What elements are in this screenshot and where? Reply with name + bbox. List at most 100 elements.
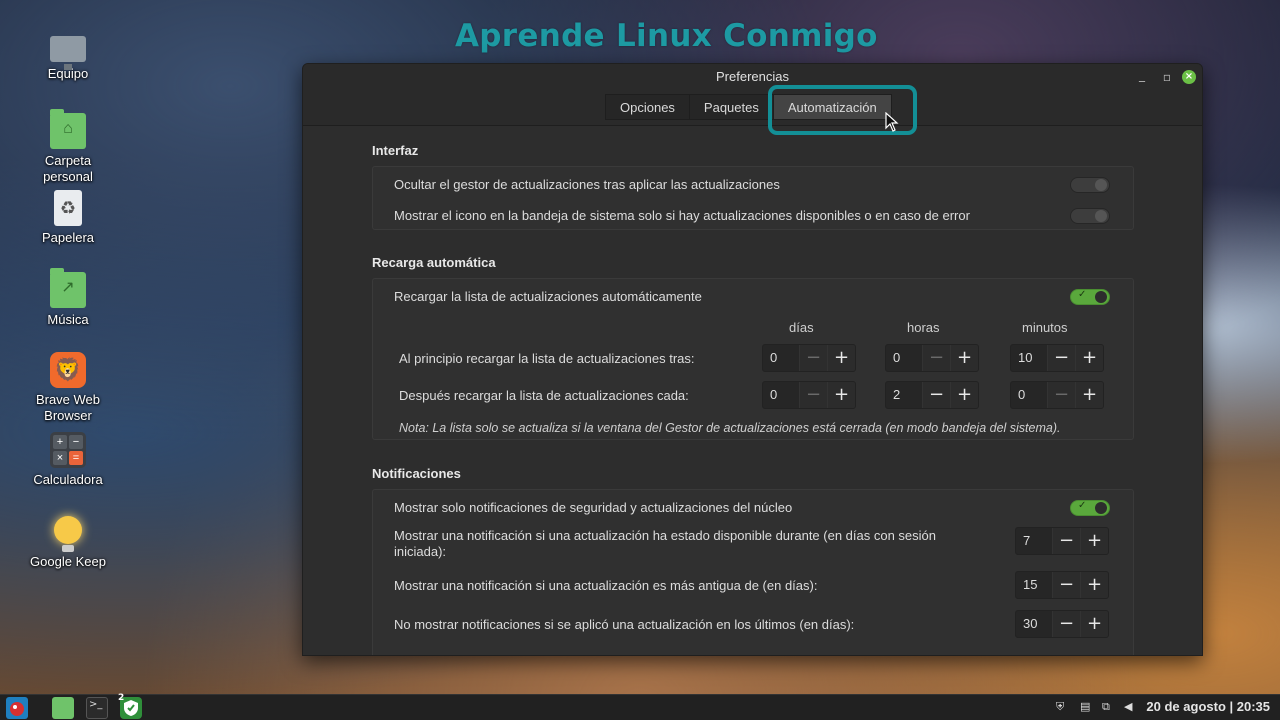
auto-refresh-label: Recargar la lista de actualizaciones aut… (394, 289, 702, 304)
close-icon[interactable]: × (1182, 70, 1196, 84)
clock[interactable]: 20 de agosto | 20:35 (1146, 699, 1270, 714)
interval-days-stepper[interactable]: 0 − + (762, 381, 856, 409)
stepper-minus-button[interactable]: − (922, 345, 950, 371)
printer-tray-icon[interactable]: ▤ (1080, 701, 1092, 713)
interval-refresh-label: Después recargar la lista de actualizaci… (399, 388, 689, 403)
suppress-days-stepper[interactable]: 30 − + (1015, 610, 1109, 638)
stepper-plus-button[interactable]: + (827, 382, 855, 408)
preferences-window: Preferencias _ ▫ × Opciones Paquetes Aut… (302, 63, 1203, 656)
security-only-switch[interactable] (1070, 500, 1110, 516)
hide-manager-switch[interactable] (1070, 177, 1110, 193)
stepper-plus-button[interactable]: + (950, 345, 978, 371)
available-days-stepper[interactable]: 7 − + (1015, 527, 1109, 555)
file-manager-icon[interactable] (52, 697, 74, 719)
stepper-minus-button[interactable]: − (1052, 528, 1080, 554)
stepper-value[interactable]: 0 (763, 345, 799, 371)
recarga-card: Recargar la lista de actualizaciones aut… (372, 278, 1134, 440)
stepper-minus-button[interactable]: − (1052, 572, 1080, 598)
desktop-icon-label: Música (47, 312, 89, 327)
stepper-minus-button[interactable]: − (1047, 382, 1075, 408)
trash-icon: ♻ (54, 190, 82, 226)
stepper-plus-button[interactable]: + (1075, 382, 1103, 408)
desktop-icon-label: Papelera (41, 230, 95, 245)
tray-icon-label: Mostrar el icono en la bandeja de sistem… (394, 208, 970, 223)
stepper-plus-button[interactable]: + (950, 382, 978, 408)
stepper-plus-button[interactable]: + (1075, 345, 1103, 371)
minimize-icon[interactable]: _ (1135, 68, 1149, 82)
shield-tray-icon[interactable]: ⛨ (1056, 701, 1068, 713)
stepper-value[interactable]: 7 (1016, 528, 1052, 554)
stepper-minus-button[interactable]: − (1052, 611, 1080, 637)
automation-panel: Interfaz Ocultar el gestor de actualizac… (303, 126, 1202, 655)
interfaz-card: Ocultar el gestor de actualizaciones tra… (372, 166, 1134, 230)
stepper-plus-button[interactable]: + (827, 345, 855, 371)
keep-bulb-icon (54, 516, 82, 552)
computer-icon (50, 36, 86, 70)
stepper-value[interactable]: 0 (1011, 382, 1047, 408)
initial-days-stepper[interactable]: 0 − + (762, 344, 856, 372)
window-titlebar[interactable]: Preferencias _ ▫ × Opciones Paquetes Aut… (303, 64, 1202, 135)
desktop-icon-papelera[interactable]: ♻ Papelera (18, 190, 118, 246)
stepper-minus-button[interactable]: − (799, 382, 827, 408)
network-tray-icon[interactable]: ⧉ (1102, 701, 1114, 713)
stepper-minus-button[interactable]: − (1047, 345, 1075, 371)
notificaciones-card: Mostrar solo notificaciones de seguridad… (372, 489, 1134, 655)
older-days-stepper[interactable]: 15 − + (1015, 571, 1109, 599)
stepper-value[interactable]: 10 (1011, 345, 1047, 371)
interval-minutes-stepper[interactable]: 0 − + (1010, 381, 1104, 409)
update-count-badge: 2 (118, 693, 125, 703)
terminal-icon[interactable]: >_ (86, 697, 108, 719)
desktop-icon-label: Brave Web Browser (35, 392, 101, 423)
desktop-icon-carpeta-personal[interactable]: ⌂ Carpeta personal (18, 109, 118, 185)
window-title: Preferencias (716, 69, 789, 84)
watermark-title: Aprende Linux Conmigo (455, 18, 878, 54)
column-minutes: minutos (1022, 320, 1068, 335)
initial-hours-stepper[interactable]: 0 − + (885, 344, 979, 372)
brave-icon: 🦁 (50, 352, 86, 388)
tab-paquetes[interactable]: Paquetes (688, 94, 774, 120)
older-days-label: Mostrar una notificación si una actualiz… (394, 578, 818, 593)
desktop-icon-label: Google Keep (30, 554, 106, 569)
home-folder-icon: ⌂ (50, 109, 86, 149)
desktop-icon-google-keep[interactable]: Google Keep (18, 512, 118, 570)
section-title-notificaciones: Notificaciones (372, 466, 461, 481)
desktop-icon-brave[interactable]: 🦁 Brave Web Browser (18, 352, 118, 424)
start-menu-icon[interactable] (6, 697, 28, 719)
volume-tray-icon[interactable]: ◀ (1124, 701, 1136, 713)
stepper-plus-button[interactable]: + (1080, 528, 1108, 554)
desktop-icon-equipo[interactable]: Equipo (18, 30, 118, 82)
tab-opciones[interactable]: Opciones (605, 94, 690, 120)
section-title-interfaz: Interfaz (372, 143, 419, 158)
calculator-icon: + − × = (50, 432, 86, 468)
stepper-value[interactable]: 0 (763, 382, 799, 408)
refresh-note: Nota: La lista solo se actualiza si la v… (399, 421, 1061, 435)
update-manager-icon[interactable]: 2 (118, 693, 142, 719)
initial-refresh-label: Al principio recargar la lista de actual… (399, 351, 695, 366)
stepper-plus-button[interactable]: + (1080, 572, 1108, 598)
stepper-value[interactable]: 0 (886, 345, 922, 371)
column-days: días (789, 320, 814, 335)
column-hours: horas (907, 320, 940, 335)
suppress-days-label: No mostrar notificaciones si se aplicó u… (394, 617, 855, 632)
tray-icon-switch[interactable] (1070, 208, 1110, 224)
interval-hours-stepper[interactable]: 2 − + (885, 381, 979, 409)
stepper-plus-button[interactable]: + (1080, 611, 1108, 637)
stepper-value[interactable]: 30 (1016, 611, 1052, 637)
desktop-icon-calculadora[interactable]: + − × = Calculadora (18, 432, 118, 488)
auto-refresh-switch[interactable] (1070, 289, 1110, 305)
security-only-label: Mostrar solo notificaciones de seguridad… (394, 500, 793, 515)
available-days-label: Mostrar una notificación si una actualiz… (394, 528, 937, 559)
stepper-value[interactable]: 15 (1016, 572, 1052, 598)
music-folder-icon: ↗ (50, 268, 86, 308)
taskbar: >_ 2 ⛨ ▤ ⧉ ◀ 20 de agosto | 20:35 (0, 693, 1280, 720)
stepper-minus-button[interactable]: − (922, 382, 950, 408)
desktop-icon-musica[interactable]: ↗ Música (18, 268, 118, 328)
initial-minutes-stepper[interactable]: 10 − + (1010, 344, 1104, 372)
desktop-icon-label: Calculadora (33, 472, 103, 487)
desktop-icon-label: Carpeta personal (43, 153, 93, 184)
hide-manager-label: Ocultar el gestor de actualizaciones tra… (394, 177, 780, 192)
stepper-minus-button[interactable]: − (799, 345, 827, 371)
stepper-value[interactable]: 2 (886, 382, 922, 408)
section-title-recarga: Recarga automática (372, 255, 496, 270)
maximize-icon[interactable]: ▫ (1160, 70, 1174, 84)
